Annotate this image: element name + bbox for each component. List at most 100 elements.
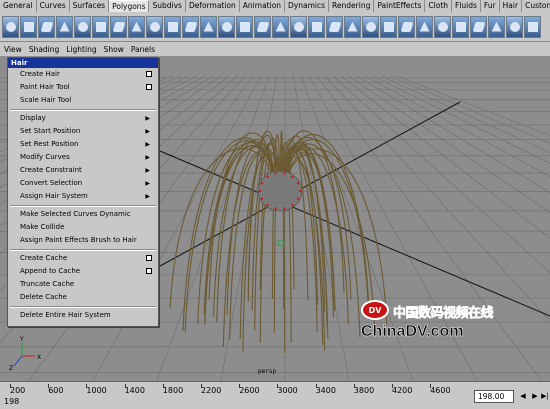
separate-icon[interactable] [308, 15, 325, 38]
panel-menu-shading[interactable]: Shading [25, 44, 62, 56]
merge-icon[interactable] [218, 15, 235, 38]
option-box-icon[interactable] [146, 255, 152, 261]
auto-map-glyph [527, 21, 538, 32]
cleanup-icon[interactable] [416, 15, 433, 38]
shelf-tab-painteffects[interactable]: PaintEffects [374, 0, 426, 12]
shelf-tab-deformation[interactable]: Deformation [186, 0, 240, 12]
menu-item-append-to-cache[interactable]: Append to Cache [8, 265, 158, 278]
menu-item-assign-paint-effects-brush-to-hair[interactable]: Assign Paint Effects Brush to Hair [8, 234, 158, 247]
menu-item-create-constraint[interactable]: Create Constraint ▶ [8, 164, 158, 177]
shelf-tab-cloth[interactable]: Cloth [425, 0, 453, 12]
menu-item-paint-hair-tool[interactable]: Paint Hair Tool [8, 81, 158, 94]
hair-emitter-sphere [257, 170, 303, 212]
time-slider[interactable]: 200 600 1000 1400 1800 2200 2600 3000 3400 3800 42… [0, 381, 550, 409]
torus-icon[interactable] [92, 15, 109, 38]
hair-menu: Hair Create Hair Paint Hair Tool Scale Hai… [7, 57, 159, 327]
current-frame-field[interactable]: 198.00 [474, 390, 514, 403]
append-icon[interactable] [128, 15, 145, 38]
menu-item-delete-cache[interactable]: Delete Cache [8, 291, 158, 304]
sphere-icon[interactable] [2, 15, 19, 38]
shelf-tab-animation[interactable]: Animation [240, 0, 286, 12]
shelf-tab-custom[interactable]: Custom [522, 0, 550, 12]
shelf-tab-polygons[interactable]: Polygons [109, 0, 150, 12]
menu-item-convert-selection[interactable]: Convert Selection ▶ [8, 177, 158, 190]
play-icon[interactable]: ▶ [530, 390, 540, 403]
extrude-edge-icon[interactable] [182, 15, 199, 38]
menu-item-make-collide[interactable]: Make Collide [8, 221, 158, 234]
uv-icon[interactable] [452, 15, 469, 38]
polygon-tool-icon[interactable] [110, 15, 127, 38]
submenu-arrow-icon: ▶ [145, 167, 150, 174]
axis-label-z: Z [9, 365, 13, 372]
cone-icon[interactable] [56, 15, 73, 38]
split-icon[interactable] [146, 15, 163, 38]
menu-item-set-start-position[interactable]: Set Start Position ▶ [8, 125, 158, 138]
cube-icon[interactable] [20, 15, 37, 38]
planar-map-icon[interactable] [470, 15, 487, 38]
option-box-icon[interactable] [146, 84, 152, 90]
menu-item-truncate-cache[interactable]: Truncate Cache [8, 278, 158, 291]
combine-icon[interactable] [290, 15, 307, 38]
panel-menu-panels[interactable]: Panels [127, 44, 158, 56]
menu-item-create-hair[interactable]: Create Hair [8, 68, 158, 81]
plane-icon[interactable] [74, 15, 91, 38]
shelf-tab-surfaces[interactable]: Surfaces [70, 0, 110, 12]
menu-item-scale-hair-tool[interactable]: Scale Hair Tool [8, 94, 158, 107]
cut-faces-icon[interactable] [236, 15, 253, 38]
cylinder-icon[interactable] [38, 15, 55, 38]
timeline-tick-label: 1000 [86, 386, 107, 395]
menu-item-make-selected-curves-dynamic[interactable]: Make Selected Curves Dynamic [8, 208, 158, 221]
polygon-tool-glyph [112, 21, 125, 32]
cut-faces-glyph [239, 21, 250, 32]
option-box-icon[interactable] [146, 268, 152, 274]
append-glyph [131, 21, 142, 32]
auto-map-icon[interactable] [524, 15, 541, 38]
cylindrical-map-glyph [491, 21, 502, 32]
step-forward-icon[interactable]: ▶| [540, 390, 550, 403]
shelf-tab-general[interactable]: General [0, 0, 37, 12]
sculpt-icon[interactable] [434, 15, 451, 38]
shelf-tab-rendering[interactable]: Rendering [329, 0, 375, 12]
menu-item-modify-curves[interactable]: Modify Curves ▶ [8, 151, 158, 164]
triangulate-icon[interactable] [362, 15, 379, 38]
panel-menu-show[interactable]: Show [100, 44, 127, 56]
hair-follicle-point [298, 189, 302, 193]
timeline-ruler[interactable]: 200 600 1000 1400 1800 2200 2600 3000 3400 3800 42… [4, 384, 466, 408]
panel-menu-lighting[interactable]: Lighting [62, 44, 99, 56]
bevel-icon[interactable] [254, 15, 271, 38]
shelf-tab-hair[interactable]: Hair [500, 0, 523, 12]
smooth-icon[interactable] [272, 15, 289, 38]
extrude-face-icon[interactable] [164, 15, 181, 38]
cleanup-glyph [419, 21, 430, 32]
menu-item-label: Make Collide [20, 223, 65, 231]
timeline-tick-mark [392, 384, 393, 388]
merge-glyph [221, 21, 232, 32]
mirror-icon[interactable] [344, 15, 361, 38]
axis-label-x: X [37, 354, 41, 361]
shelf-tab-dynamics[interactable]: Dynamics [285, 0, 330, 12]
watermark-url: ChinaDV.com [361, 323, 464, 341]
bridge-icon[interactable] [200, 15, 217, 38]
quadrangulate-icon[interactable] [380, 15, 397, 38]
cylindrical-map-icon[interactable] [488, 15, 505, 38]
shelf-tab-curves[interactable]: Curves [37, 0, 70, 12]
menu-item-set-rest-position[interactable]: Set Rest Position ▶ [8, 138, 158, 151]
menu-item-label: Delete Entire Hair System [20, 311, 111, 319]
hair-follicle-point [283, 207, 286, 210]
reduce-icon[interactable] [398, 15, 415, 38]
cylinder-glyph [40, 21, 53, 32]
chinadv-logo-icon: DV [361, 300, 389, 320]
boolean-icon[interactable] [326, 15, 343, 38]
shelf-tab-subdivs[interactable]: Subdivs [149, 0, 186, 12]
shelf-tab-fur[interactable]: Fur [481, 0, 500, 12]
option-box-icon[interactable] [146, 71, 152, 77]
panel-menu-view[interactable]: View [0, 44, 25, 56]
menu-item-create-cache[interactable]: Create Cache [8, 252, 158, 265]
menu-item-display[interactable]: Display ▶ [8, 112, 158, 125]
cube-glyph [23, 21, 34, 32]
menu-item-assign-hair-system[interactable]: Assign Hair System ▶ [8, 190, 158, 203]
shelf-tab-fluids[interactable]: Fluids [452, 0, 481, 12]
menu-item-delete-entire-hair-system[interactable]: Delete Entire Hair System [8, 309, 158, 322]
spherical-map-icon[interactable] [506, 15, 523, 38]
step-back-icon[interactable]: ◀ [518, 390, 528, 403]
